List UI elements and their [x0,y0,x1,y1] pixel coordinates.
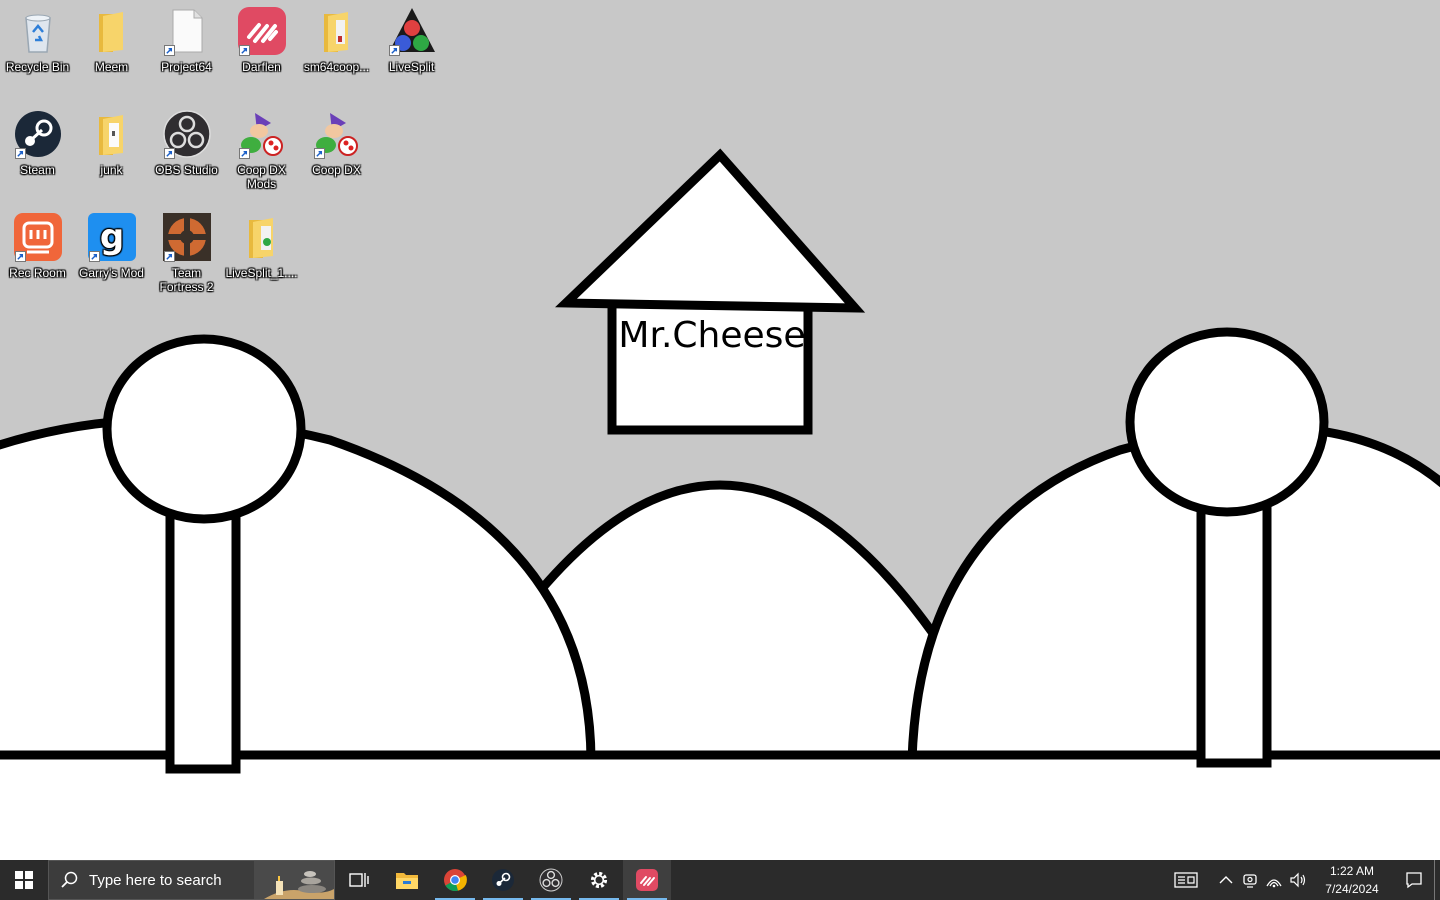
search-highlight-art-icon [254,861,334,899]
taskbar-steam[interactable] [479,860,527,900]
desktop-icon-label: Garry's Mod [79,266,144,280]
blank-file-icon [162,6,212,56]
desktop-icon-darflen[interactable]: Darflen [224,0,299,74]
task-view-icon [349,873,369,887]
desktop-icon-sm64coop[interactable]: sm64coop... [299,0,374,74]
gear-icon [590,871,608,889]
taskbar-chrome[interactable] [431,860,479,900]
taskbar-search-box[interactable]: Type here to search [48,860,335,900]
folder-icon [312,6,362,56]
windows-logo-icon [15,871,33,889]
desktop-icon-livesplit-folder[interactable]: LiveSplit_1.... [224,206,299,280]
obs-icon [162,109,212,159]
coop-dx-icon [237,109,287,159]
darflen-icon [237,6,287,56]
desktop-icon-label: Coop DX [312,163,361,177]
start-button[interactable] [0,860,48,900]
shortcut-arrow-icon [388,45,400,56]
desktop-icon-recycle-bin[interactable]: Recycle Bin [0,0,75,74]
desktop-icon-label: Coop DX Mods [237,163,286,191]
shortcut-arrow-icon [163,148,175,159]
shortcut-arrow-icon [163,251,175,262]
shortcut-arrow-icon [313,148,325,159]
notification-icon [1406,872,1422,889]
folder-icon [87,109,137,159]
desktop-icon-label: junk [100,163,123,177]
show-desktop-button[interactable] [1434,860,1440,900]
desktop-icon-label: Rec Room [9,266,66,280]
volume-button[interactable] [1286,860,1310,900]
news-widget-button[interactable] [1166,860,1206,900]
tree-right-crown [1125,327,1329,517]
system-tray: 1:22 AM 7/24/2024 [1166,860,1440,900]
rec-room-icon [13,212,63,262]
show-hidden-icons-button[interactable] [1214,860,1238,900]
taskbar-clock[interactable]: 1:22 AM 7/24/2024 [1310,862,1394,898]
shortcut-arrow-icon [238,148,250,159]
svg-text:g: g [99,217,123,257]
news-icon [1174,872,1198,888]
clock-date: 7/24/2024 [1325,882,1379,896]
desktop-icon-label: Project64 [161,60,212,74]
desktop-icon-label: Steam [20,163,55,177]
desktop-icon-label: LiveSplit_1.... [225,266,298,280]
desktop-icon-rec-room[interactable]: Rec Room [0,206,75,280]
desktop-icon-coop-dx[interactable]: Coop DX [299,103,374,177]
clock-time: 1:22 AM [1329,864,1375,878]
action-center-button[interactable] [1394,860,1434,900]
tree-left-trunk [165,500,241,774]
steam-icon [13,109,63,159]
desktop-icon-meem[interactable]: Meem [74,0,149,74]
coop-dx-icon [312,109,362,159]
taskbar-file-explorer[interactable] [383,860,431,900]
steam-icon [492,869,514,891]
desktop-icon-coop-dx-mods[interactable]: Coop DX Mods [224,103,299,191]
desktop-icon-garrys-mod[interactable]: g Garry's Mod [74,206,149,280]
network-button[interactable] [1262,860,1286,900]
desktop-icon-label: Darflen [242,60,281,74]
garrys-mod-icon: g [87,212,137,262]
search-placeholder: Type here to search [89,871,222,889]
task-view-button[interactable] [335,860,383,900]
recycle-bin-icon [13,6,63,56]
chevron-up-icon [1219,876,1233,884]
chrome-icon [444,869,467,892]
shortcut-arrow-icon [238,45,250,56]
taskbar: Type here to search 1:22 AM 7/24/2024 [0,860,1440,900]
desktop-icon-label: Team Fortress 2 [159,266,214,294]
tf2-icon [162,212,212,262]
desktop-icon-obs-studio[interactable]: OBS Studio [149,103,224,177]
livesplit-icon [387,6,437,56]
house-sign-text: Mr.Cheese [618,315,805,356]
desktop-icon-livesplit[interactable]: LiveSplit [374,0,449,74]
taskbar-darflen[interactable] [623,860,671,900]
folder-icon [237,212,287,262]
desktop-icon-label: LiveSplit [388,60,435,74]
desktop-icon-label: OBS Studio [155,163,218,177]
obs-icon [539,868,563,892]
file-explorer-icon [396,873,418,889]
tree-left-crown [102,334,306,524]
desktop-icon-project64[interactable]: Project64 [149,0,224,74]
taskbar-obs[interactable] [527,860,575,900]
shortcut-arrow-icon [88,251,100,262]
desktop-icon-label: Meem [94,60,129,74]
desktop-icon-label: sm64coop... [303,60,370,74]
search-icon [61,871,78,888]
desktop-icon-label: Recycle Bin [5,60,70,74]
volume-icon [1290,872,1306,888]
meet-now-button[interactable] [1238,860,1262,900]
shortcut-arrow-icon [14,251,26,262]
shortcut-arrow-icon [163,45,175,56]
tree-right-trunk [1196,490,1272,768]
shortcut-arrow-icon [14,148,26,159]
taskbar-settings[interactable] [575,860,623,900]
darflen-icon [636,869,658,891]
folder-icon [87,6,137,56]
wifi-icon [1266,879,1282,888]
desktop-icon-steam[interactable]: Steam [0,103,75,177]
camera-icon [1243,874,1257,888]
desktop-icon-team-fortress-2[interactable]: Team Fortress 2 [149,206,224,294]
desktop-icon-junk[interactable]: junk [74,103,149,177]
